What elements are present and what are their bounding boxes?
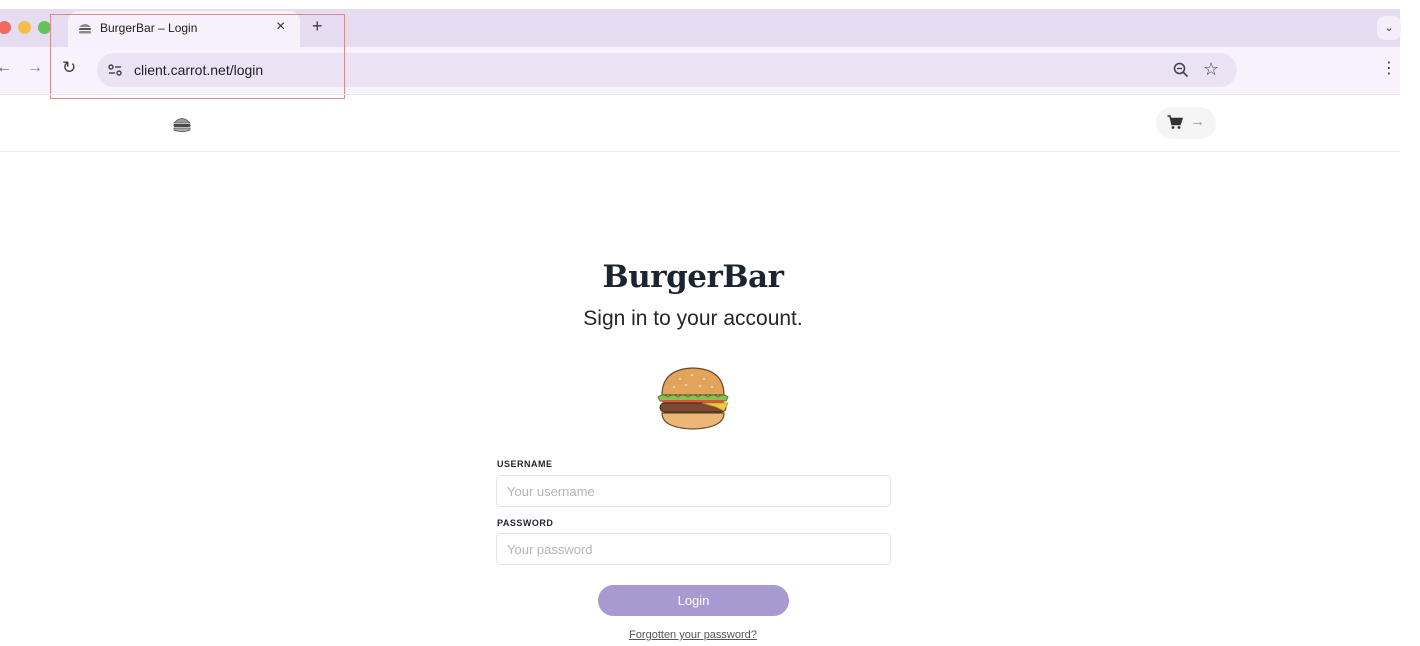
cart-button[interactable]: →	[1156, 107, 1216, 139]
burger-icon[interactable]	[172, 115, 192, 133]
browser-menu-icon[interactable]: ⋮	[1381, 60, 1397, 78]
password-input[interactable]	[496, 533, 891, 565]
bookmark-star-icon[interactable]: ☆	[1203, 58, 1219, 80]
window-minimize-button[interactable]	[18, 21, 31, 34]
username-label: USERNAME	[497, 459, 553, 469]
arrow-right-icon: →	[1190, 113, 1205, 130]
login-button[interactable]: Login	[598, 585, 789, 616]
annotation-highlight-box	[50, 14, 345, 99]
shopping-cart-icon	[1167, 115, 1183, 129]
brand-title: BurgerBar	[602, 259, 784, 295]
page-subtitle: Sign in to your account.	[583, 307, 803, 330]
forgot-password-link[interactable]: Forgotten your password?	[629, 629, 757, 641]
password-label: PASSWORD	[497, 518, 554, 528]
forward-icon[interactable]: →	[27, 59, 43, 77]
burger-illustration	[657, 367, 729, 430]
site-header: →	[0, 94, 1400, 152]
forgot-password-row: Forgotten your password?	[0, 629, 1386, 641]
zoom-icon[interactable]	[1172, 61, 1190, 79]
username-input[interactable]	[496, 475, 891, 507]
back-icon[interactable]: ←	[0, 59, 12, 77]
tab-search-button[interactable]: ⌄	[1377, 16, 1401, 40]
